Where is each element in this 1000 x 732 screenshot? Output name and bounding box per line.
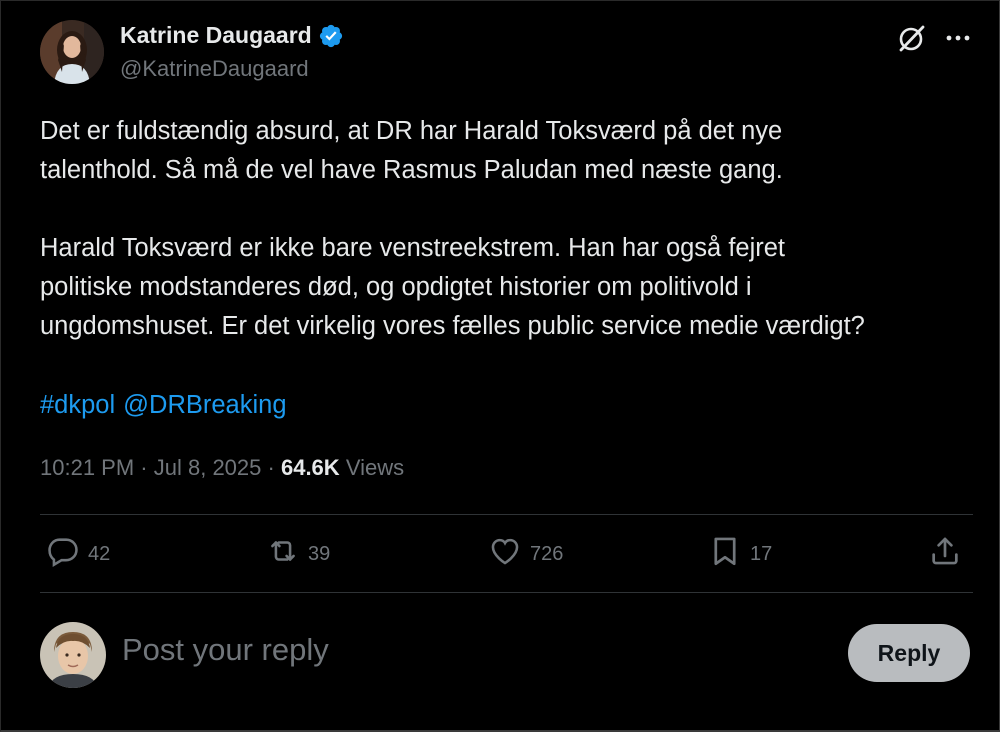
repost-icon	[266, 534, 300, 574]
post-time[interactable]: 10:21 PM	[40, 455, 134, 480]
post-text: Det er fuldstændig absurd, at DR har Har…	[40, 112, 980, 346]
reply-count: 42	[88, 542, 111, 565]
share-icon	[928, 534, 962, 574]
reply-composer: Post your reply Reply	[40, 622, 972, 688]
repost-button[interactable]: 39	[266, 530, 330, 578]
views-label: Views	[345, 455, 405, 480]
bookmark-count: 17	[750, 542, 773, 565]
like-button[interactable]: 726	[488, 530, 563, 578]
post-paragraph-1: Det er fuldstændig absurd, at DR har Har…	[40, 117, 783, 184]
action-bar: 42 39 726 17	[40, 530, 973, 578]
mention-link[interactable]: @DRBreaking	[123, 391, 286, 419]
repost-count: 39	[308, 542, 331, 565]
reply-submit-button[interactable]: Reply	[848, 624, 970, 682]
views-count: 64.6K	[280, 455, 340, 480]
hashtag-link[interactable]: #dkpol	[40, 391, 115, 419]
share-button[interactable]	[928, 530, 962, 578]
post-paragraph-2: Harald Toksværd er ikke bare venstreekst…	[40, 234, 865, 340]
divider-bottom	[40, 592, 973, 593]
bookmark-button[interactable]: 17	[708, 530, 772, 578]
more-icon[interactable]	[944, 26, 972, 50]
reply-button[interactable]: 42	[46, 530, 110, 578]
post-tags: #dkpol @DRBreaking	[40, 386, 295, 425]
author-handle[interactable]: @KatrineDaugaard	[120, 56, 309, 82]
grok-icon[interactable]	[896, 24, 926, 54]
like-icon	[488, 534, 522, 574]
author-name-row: Katrine Daugaard	[120, 22, 344, 49]
bookmark-icon	[708, 534, 742, 574]
author-name[interactable]: Katrine Daugaard	[120, 22, 312, 49]
verified-badge-icon[interactable]	[318, 23, 344, 49]
like-count: 726	[530, 542, 564, 565]
meta-separator: ·	[140, 455, 148, 480]
author-avatar[interactable]	[40, 20, 104, 84]
divider-top	[40, 514, 973, 515]
meta-separator: ·	[267, 455, 275, 480]
current-user-avatar[interactable]	[40, 622, 106, 688]
post-date[interactable]: Jul 8, 2025	[154, 455, 262, 480]
reply-input[interactable]: Post your reply	[122, 632, 329, 668]
post-meta: 10:21 PM · Jul 8, 2025 · 64.6K Views	[40, 455, 404, 481]
reply-icon	[46, 534, 80, 574]
